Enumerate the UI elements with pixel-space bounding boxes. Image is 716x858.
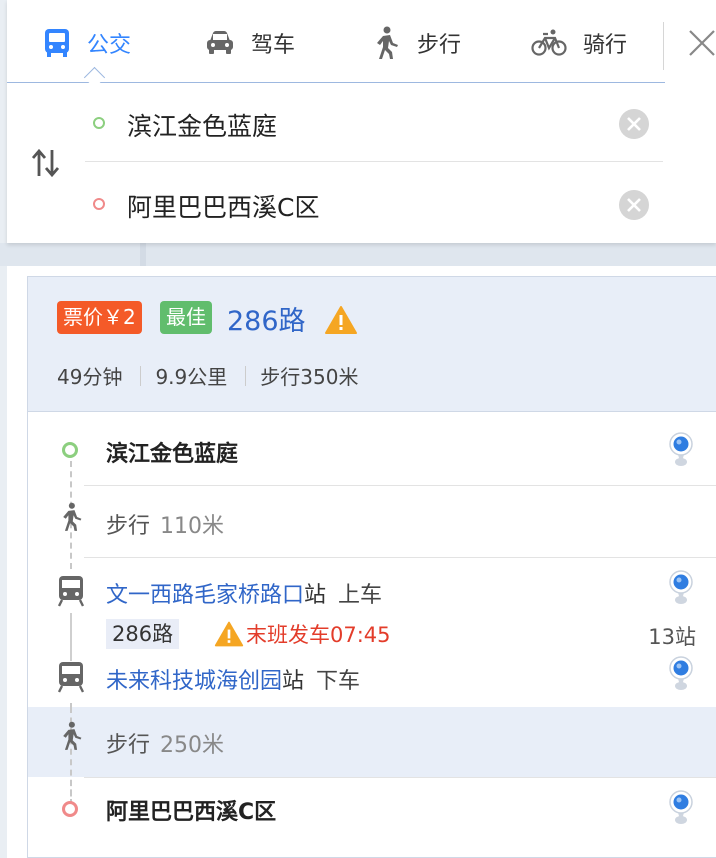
best-badge: 最佳	[160, 301, 212, 334]
bus-line-tag[interactable]: 286路	[106, 619, 180, 649]
alight-station-suffix: 站	[282, 669, 305, 694]
step-end[interactable]: 阿里巴巴西溪C区	[28, 777, 716, 847]
alight-stop-text: 未来科技城海创园站 下车	[106, 663, 360, 695]
tab-bus[interactable]: 公交	[43, 22, 131, 64]
location-pin-icon[interactable]	[668, 431, 694, 467]
stat-separator	[245, 365, 247, 386]
car-icon	[207, 31, 233, 54]
route-search-panel: 公交 驾车 步行 骑行 滨江金色蓝庭 阿里巴巴西溪C区	[7, 0, 716, 243]
board-station-suffix: 站	[304, 583, 327, 608]
step-start[interactable]: 滨江金色蓝庭	[28, 411, 716, 485]
destination-dot-icon	[93, 198, 105, 210]
step-walk-2[interactable]: 步行 250米	[28, 707, 716, 777]
walk-2-label: 步行	[106, 733, 151, 758]
route-results-panel: 票价￥2 最佳 286路 49分钟 9.9公里 步行350米 滨江金色蓝庭 步行…	[7, 266, 716, 858]
origin-dot-icon	[93, 117, 105, 129]
active-tab-pointer	[83, 66, 106, 89]
clear-icon	[619, 190, 649, 220]
warning-icon	[214, 621, 244, 647]
transport-mode-tabs: 公交 驾车 步行 骑行	[7, 0, 665, 89]
tab-bus-label: 公交	[87, 33, 132, 58]
tab-bike-label: 骑行	[583, 33, 628, 58]
board-action: 上车	[338, 583, 383, 608]
destination-text: 阿里巴巴西溪C区	[127, 193, 320, 222]
map-road	[140, 243, 146, 266]
walk-1-label: 步行	[106, 514, 151, 539]
map-background	[0, 243, 716, 266]
walk-total: 步行350米	[260, 365, 359, 389]
walk-icon	[63, 721, 82, 750]
board-stop-text: 文一西路毛家桥路口站 上车	[106, 577, 382, 609]
close-icon	[689, 30, 715, 56]
warning-icon	[325, 306, 357, 334]
tabs-divider	[663, 22, 664, 70]
stat-separator	[140, 365, 142, 386]
origin-field[interactable]: 滨江金色蓝庭	[85, 95, 663, 153]
alight-action: 下车	[316, 669, 361, 694]
walk-1-distance: 110米	[160, 514, 225, 539]
last-bus-notice: 末班发车07:45	[214, 619, 391, 649]
tab-car[interactable]: 驾车	[205, 22, 295, 64]
tab-car-label: 驾车	[251, 33, 296, 58]
close-button[interactable]	[687, 28, 716, 58]
distance: 9.9公里	[155, 365, 228, 389]
plan-summary[interactable]: 票价￥2 最佳 286路 49分钟 9.9公里 步行350米	[28, 277, 716, 412]
destination-field[interactable]: 阿里巴巴西溪C区	[85, 176, 663, 234]
route-plan[interactable]: 票价￥2 最佳 286路 49分钟 9.9公里 步行350米 滨江金色蓝庭 步行…	[27, 276, 716, 858]
step-walk-1: 步行 110米	[28, 485, 716, 557]
swap-arrows-icon	[31, 148, 60, 178]
tab-walk[interactable]: 步行	[371, 22, 461, 64]
origin-text: 滨江金色蓝庭	[127, 112, 278, 141]
walk-2-text: 步行 250米	[106, 727, 224, 759]
board-stop-link[interactable]: 文一西路毛家桥路口	[106, 583, 304, 608]
location-pin-icon[interactable]	[668, 569, 694, 605]
route-name[interactable]: 286路	[227, 299, 306, 338]
input-divider	[85, 161, 663, 162]
bike-icon	[531, 29, 567, 56]
step-board[interactable]: 文一西路毛家桥路口站 上车 286路 末班发车07:45 13站 未来科技城海创…	[28, 557, 716, 707]
end-dot-icon	[62, 801, 78, 817]
summary-stats: 49分钟 9.9公里 步行350米	[57, 361, 358, 390]
alight-stop-link[interactable]: 未来科技城海创园	[106, 669, 282, 694]
clear-origin-button[interactable]	[618, 108, 650, 140]
bus-icon	[58, 662, 84, 693]
bus-icon	[58, 576, 84, 607]
swap-origin-destination-button[interactable]	[29, 146, 63, 180]
location-pin-icon[interactable]	[668, 789, 694, 825]
stop-count[interactable]: 13站	[648, 621, 696, 651]
last-bus-text: 末班发车07:45	[246, 623, 391, 647]
duration: 49分钟	[57, 365, 123, 389]
start-dot-icon	[62, 442, 78, 458]
walk-2-distance: 250米	[160, 733, 225, 758]
bus-icon	[45, 29, 69, 57]
start-location: 滨江金色蓝庭	[106, 442, 239, 467]
end-location: 阿里巴巴西溪C区	[106, 800, 277, 825]
location-pin-icon[interactable]	[668, 655, 694, 691]
clear-icon	[619, 109, 649, 139]
fare-badge: 票价￥2	[57, 301, 142, 334]
clear-destination-button[interactable]	[618, 189, 650, 221]
walk-icon	[377, 26, 398, 59]
walk-icon	[63, 502, 82, 531]
walk-1-text: 步行 110米	[106, 508, 224, 540]
tab-bike[interactable]: 骑行	[531, 22, 627, 64]
tab-walk-label: 步行	[417, 33, 462, 58]
